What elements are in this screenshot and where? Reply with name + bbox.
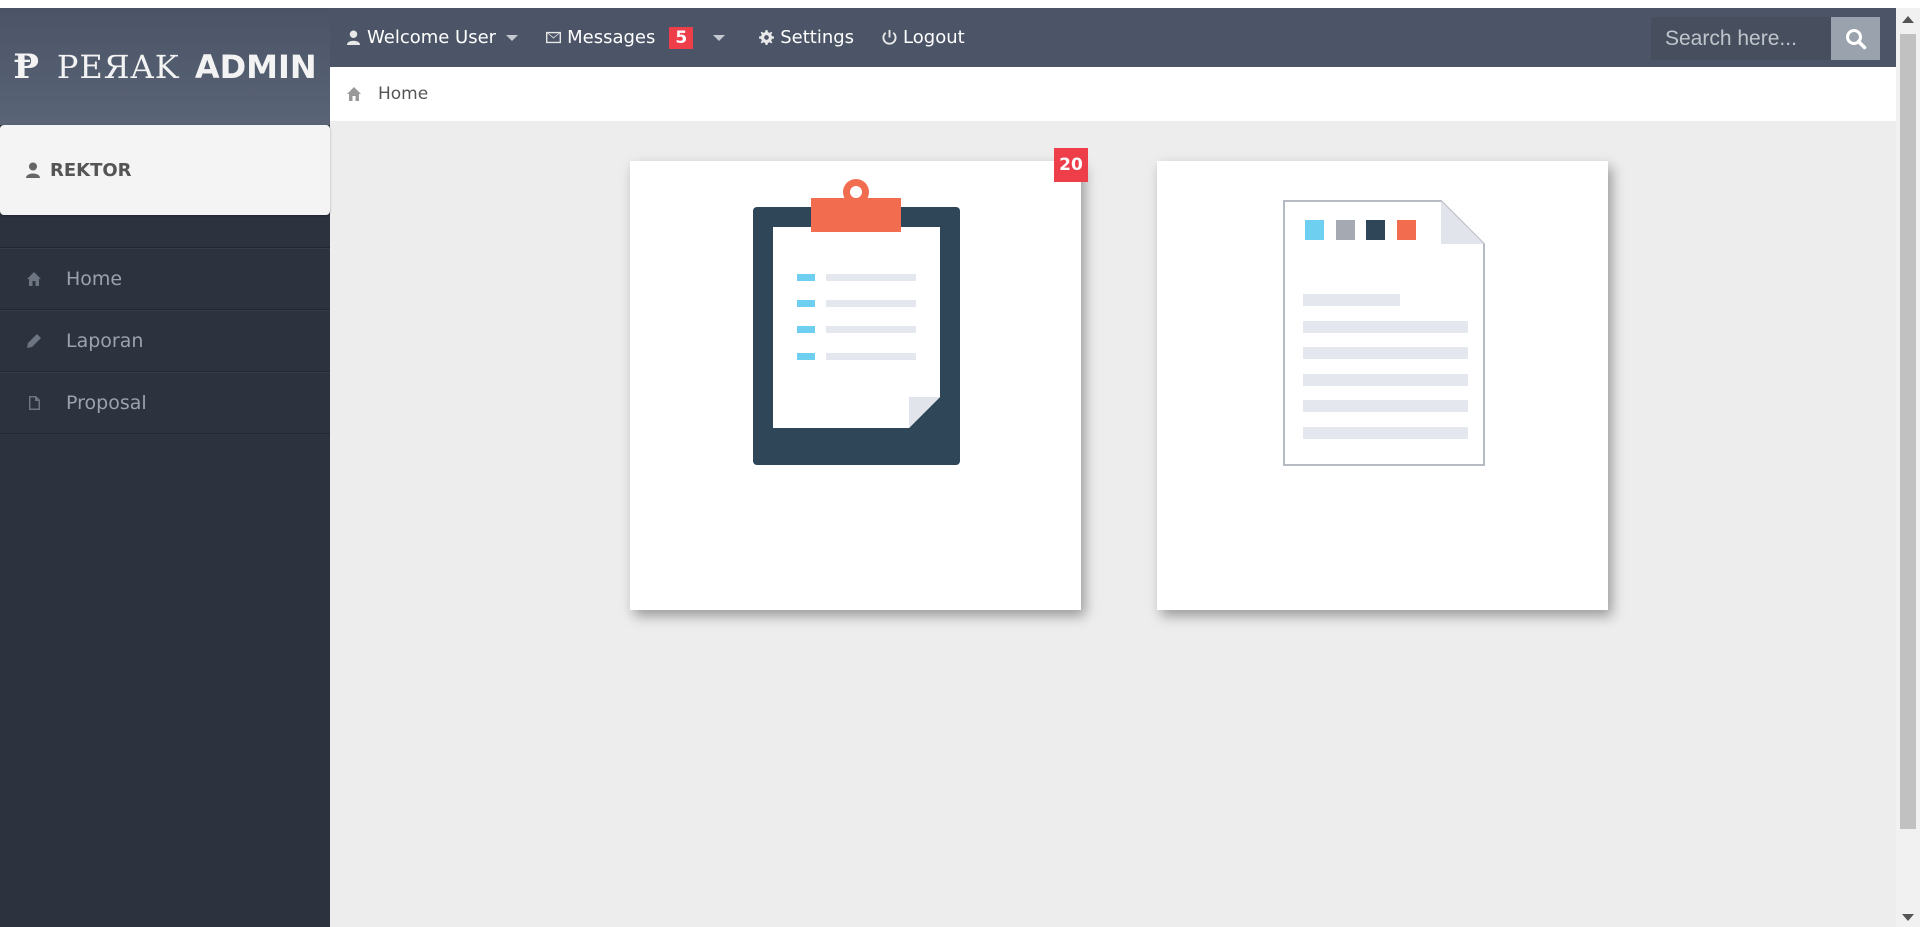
file-icon	[29, 396, 40, 410]
sidebar-item-home[interactable]: Home	[0, 248, 330, 310]
clipboard-icon	[753, 179, 960, 465]
user-panel: REKTOR	[0, 125, 330, 215]
welcome-label: Welcome User	[367, 27, 497, 48]
envelope-icon	[546, 31, 562, 44]
user-role: REKTOR	[50, 159, 132, 181]
brand-name: PEЯAK ADMIN	[56, 47, 317, 86]
sidebar-menu: Home Laporan Proposal	[0, 247, 330, 434]
home-icon	[347, 87, 361, 101]
search-button[interactable]	[1831, 17, 1880, 60]
search-input[interactable]	[1651, 17, 1831, 60]
settings-link[interactable]: Settings	[759, 27, 854, 48]
laporan-card[interactable]	[630, 161, 1081, 610]
power-icon	[882, 30, 897, 45]
brand-mark: Ᵽ	[13, 46, 39, 87]
search-form	[1651, 17, 1880, 60]
page-scrollbar[interactable]	[1896, 8, 1920, 927]
welcome-user-dropdown[interactable]: Welcome User	[346, 27, 519, 48]
settings-label: Settings	[780, 27, 855, 48]
home-icon	[27, 272, 41, 286]
proposal-card[interactable]	[1157, 161, 1608, 610]
messages-count-badge: 5	[669, 26, 694, 49]
chevron-down-icon	[506, 34, 519, 41]
user-icon	[26, 162, 40, 178]
sidebar-item-label: Home	[66, 268, 123, 290]
laporan-count-badge: 20	[1054, 148, 1088, 182]
logout-label: Logout	[903, 27, 965, 48]
brand-logo[interactable]: Ᵽ PEЯAK ADMIN	[0, 8, 330, 125]
search-icon	[1845, 28, 1866, 49]
top-navbar: Welcome User Messages 5 Settings Logout	[330, 8, 1896, 67]
breadcrumb-home[interactable]: Home	[378, 84, 428, 104]
sidebar-item-proposal[interactable]: Proposal	[0, 372, 330, 434]
breadcrumb: Home	[330, 67, 1896, 121]
window-top-strip	[0, 0, 1920, 8]
scroll-down-icon[interactable]	[1902, 914, 1914, 921]
sidebar-item-label: Proposal	[66, 392, 147, 414]
user-icon	[346, 30, 361, 45]
sidebar: Ᵽ PEЯAK ADMIN REKTOR Home Laporan Propos…	[0, 8, 330, 927]
sidebar-item-laporan[interactable]: Laporan	[0, 310, 330, 372]
pencil-icon	[27, 334, 41, 348]
scroll-thumb[interactable]	[1900, 34, 1916, 829]
messages-label: Messages	[567, 27, 656, 48]
chevron-down-icon	[713, 34, 726, 41]
document-icon	[1283, 200, 1485, 466]
gear-icon	[759, 30, 775, 45]
sidebar-item-label: Laporan	[66, 330, 144, 352]
scroll-up-icon[interactable]	[1902, 16, 1914, 23]
messages-dropdown[interactable]: Messages 5	[546, 26, 726, 49]
logout-link[interactable]: Logout	[882, 27, 965, 48]
